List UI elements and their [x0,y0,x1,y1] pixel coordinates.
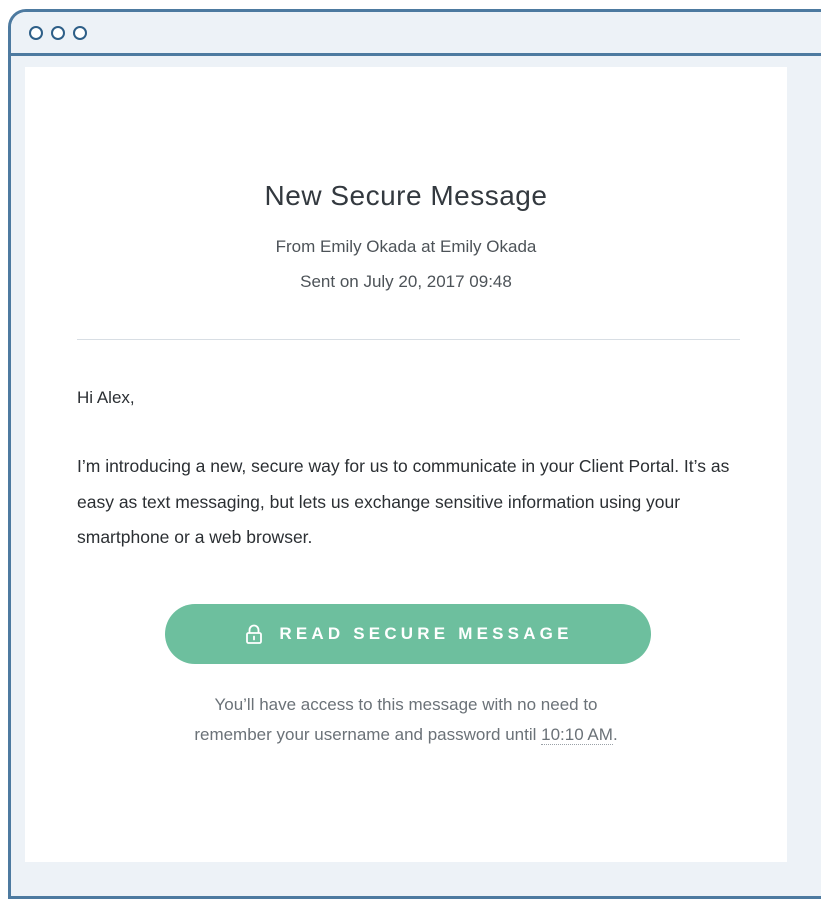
access-note-suffix: . [612,725,618,744]
email-card: New Secure Message From Emily Okada at E… [25,67,787,862]
sender-line: From Emily Okada at Emily Okada [275,237,537,256]
window-dot-icon[interactable] [29,26,43,40]
access-note: You’ll have access to this message with … [25,690,787,750]
access-note-prefix: remember your username and password unti… [194,725,542,744]
sent-date-line: Sent on July 20, 2017 09:48 [300,272,512,291]
window-titlebar [11,12,821,56]
window-dot-icon[interactable] [51,26,65,40]
email-title: New Secure Message [264,180,548,211]
divider [77,339,740,340]
access-note-line2: remember your username and password unti… [25,720,787,750]
window-dot-icon[interactable] [73,26,87,40]
lock-icon [246,624,263,644]
greeting: Hi Alex, [77,388,135,407]
access-note-line1: You’ll have access to this message with … [214,695,598,714]
read-secure-message-label: READ SECURE MESSAGE [279,624,573,643]
expiry-time: 10:10 AM [541,725,613,745]
message-body: I’m introducing a new, secure way for us… [77,456,730,547]
read-secure-message-button[interactable]: READ SECURE MESSAGE [165,604,651,664]
